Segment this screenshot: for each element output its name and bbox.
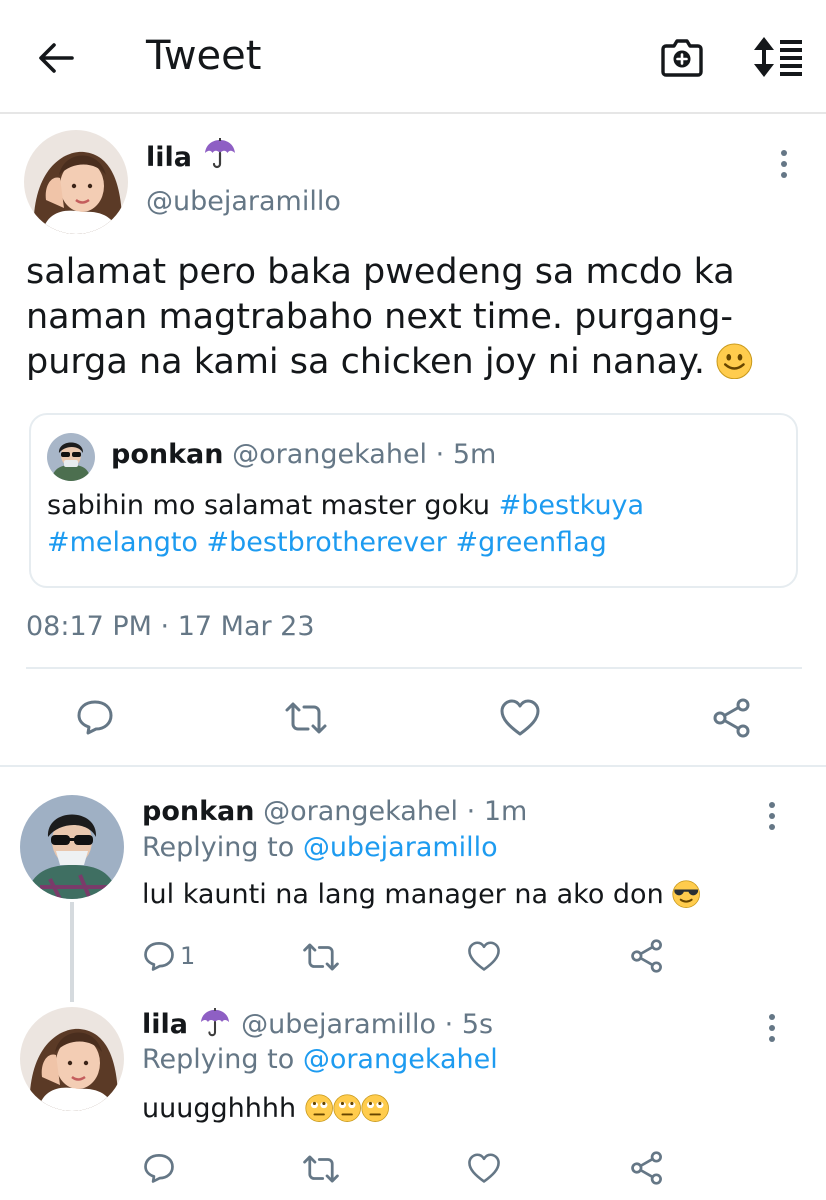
reply-text-block: lul kaunti na lang manager na ako don: [142, 879, 701, 910]
tweet-text-block: salamat pero baka pwedeng sa mcdo ka nam…: [26, 250, 806, 385]
like-heart-icon[interactable]: [499, 699, 541, 737]
sunglasses-face-icon: [672, 879, 701, 908]
quoted-text: sabihin mo salamat master goku: [47, 490, 491, 521]
sort-updown-icon[interactable]: [752, 35, 804, 79]
reply-icon[interactable]: [143, 940, 175, 972]
reply-author-row: lila @ubejaramillo · 5s: [142, 1008, 493, 1045]
reply-time: · 5s: [444, 1009, 494, 1040]
eye-roll-face-icon: [361, 1093, 390, 1122]
replying-to-line: Replying to @ubejaramillo: [142, 832, 498, 863]
reply-text: uuugghhhh: [142, 1093, 297, 1124]
replying-to-label: Replying to: [142, 832, 295, 863]
tweet-text: salamat pero baka pwedeng sa mcdo ka nam…: [26, 252, 735, 382]
arrow-left-icon[interactable]: [36, 38, 76, 78]
hashtag-link[interactable]: #bestbrotherever: [207, 527, 447, 558]
replying-to-mention[interactable]: @orangekahel: [303, 1044, 498, 1075]
replying-to-label: Replying to: [142, 1044, 295, 1075]
avatar[interactable]: [24, 130, 128, 234]
eye-roll-face-icon: [333, 1093, 361, 1122]
reply-count: 1: [180, 942, 196, 970]
hashtag-link[interactable]: #greenflag: [455, 527, 606, 558]
more-options-icon[interactable]: [760, 797, 784, 837]
quoted-time: · 5m: [435, 439, 497, 470]
reply-author-name[interactable]: lila: [142, 1009, 188, 1040]
replying-to-mention[interactable]: @ubejaramillo: [303, 832, 498, 863]
hashtag-link[interactable]: #bestkuya: [499, 490, 644, 521]
reply-icon[interactable]: [143, 1152, 175, 1184]
reply-text-block: uuugghhhh: [142, 1093, 390, 1124]
slightly-smiling-face-icon: [716, 343, 753, 380]
more-options-icon[interactable]: [772, 145, 796, 185]
eye-roll-face-icon: [305, 1093, 333, 1122]
share-icon[interactable]: [630, 939, 664, 973]
reply-time: · 1m: [466, 796, 528, 827]
avatar[interactable]: [20, 1007, 124, 1111]
share-icon[interactable]: [630, 1151, 664, 1185]
replying-to-line: Replying to @orangekahel: [142, 1044, 498, 1075]
retweet-icon[interactable]: [284, 700, 328, 736]
reply-author-name[interactable]: ponkan: [142, 796, 255, 827]
reply-author-handle[interactable]: @orangekahel: [263, 796, 458, 827]
quoted-text-block: sabihin mo salamat master goku #bestkuya…: [47, 487, 777, 561]
tweet-timestamp[interactable]: 08:17 PM · 17 Mar 23: [26, 611, 315, 642]
reply-text: lul kaunti na lang manager na ako don: [142, 879, 664, 910]
quoted-author-handle: @orangekahel: [232, 439, 428, 470]
avatar: [47, 433, 95, 481]
author-name-row: lila: [146, 138, 237, 174]
retweet-icon[interactable]: [302, 1153, 340, 1185]
reply-author-handle[interactable]: @ubejaramillo: [241, 1009, 436, 1040]
umbrella-icon: [203, 138, 237, 174]
hashtag-link[interactable]: #melangto: [47, 527, 198, 558]
umbrella-icon: [199, 1008, 231, 1045]
reply-icon[interactable]: [76, 698, 114, 736]
like-heart-icon[interactable]: [467, 941, 501, 972]
top-app-bar: Tweet: [0, 0, 826, 114]
section-divider: [0, 765, 826, 767]
avatar[interactable]: [20, 795, 124, 899]
page-title: Tweet: [146, 33, 262, 79]
quoted-tweet-card[interactable]: ponkan @orangekahel · 5m sabihin mo sala…: [29, 413, 798, 588]
share-icon[interactable]: [712, 698, 752, 738]
quoted-author-name: ponkan: [111, 439, 224, 470]
author-name[interactable]: lila: [146, 142, 192, 173]
retweet-icon[interactable]: [302, 941, 340, 973]
camera-plus-icon[interactable]: [660, 38, 704, 78]
reply-author-row: ponkan @orangekahel · 1m: [142, 796, 527, 827]
author-handle[interactable]: @ubejaramillo: [146, 186, 341, 217]
divider: [26, 667, 802, 669]
thread-connector: [70, 902, 74, 1002]
quoted-author-row: ponkan @orangekahel · 5m: [111, 439, 496, 470]
more-options-icon[interactable]: [760, 1009, 784, 1049]
like-heart-icon[interactable]: [467, 1153, 501, 1184]
